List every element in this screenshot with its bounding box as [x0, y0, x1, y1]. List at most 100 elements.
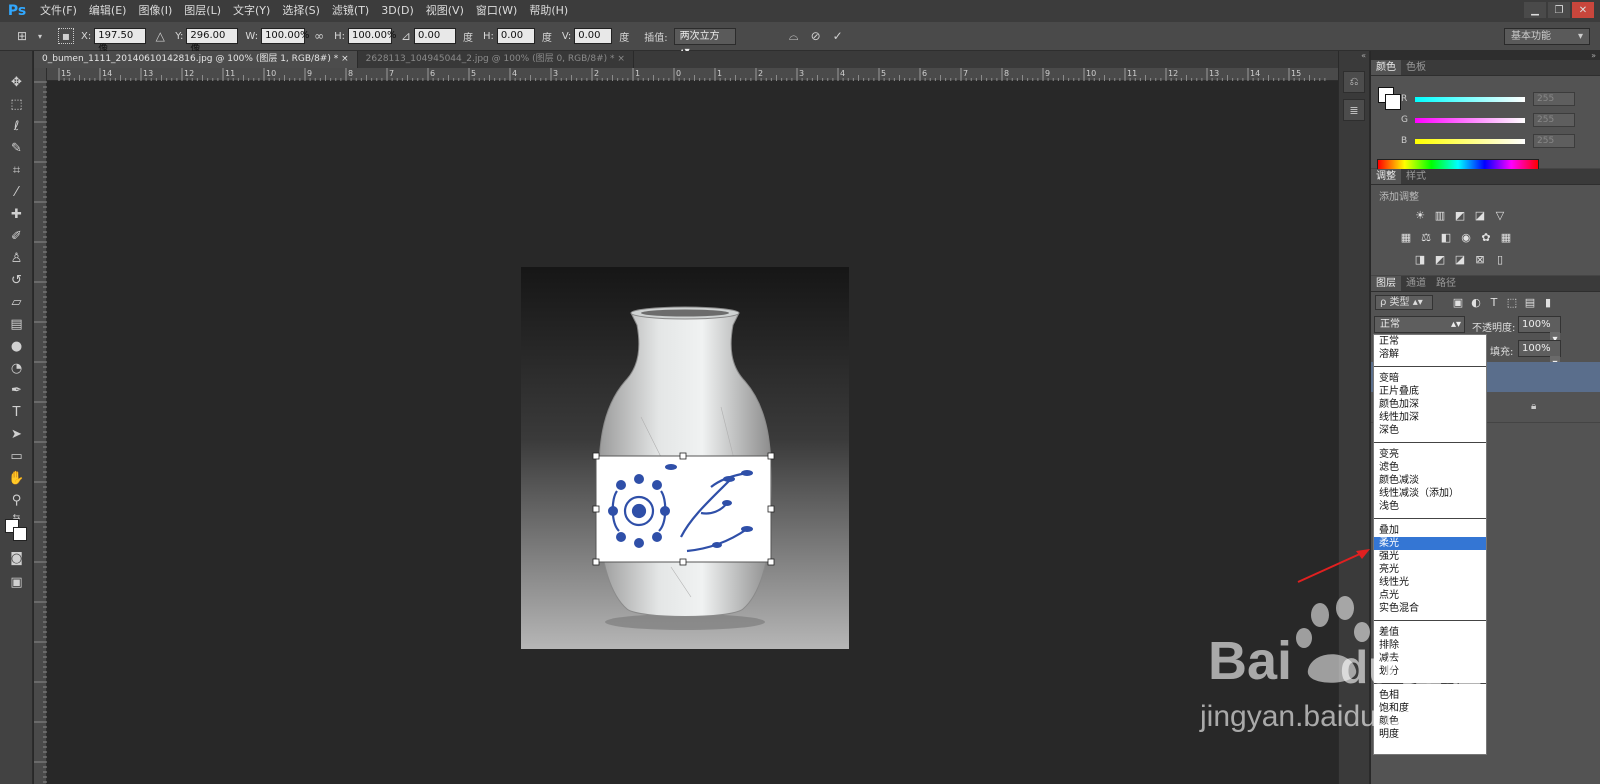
path-select-tool-icon[interactable]: ➤ [0, 423, 33, 445]
threshold-icon[interactable]: ◪ [1453, 252, 1467, 266]
blend-mode-option[interactable]: 正常 [1374, 335, 1486, 348]
opacity-input[interactable]: 100%▾ [1518, 316, 1561, 347]
vase-image[interactable] [521, 267, 849, 649]
selective-color-icon[interactable]: ⊠ [1473, 252, 1487, 266]
tab-color[interactable]: 颜色 [1371, 60, 1401, 75]
collapse-arrows-icon[interactable]: « [1339, 51, 1369, 65]
dodge-tool-icon[interactable]: ◔ [0, 357, 33, 379]
lasso-tool-icon[interactable]: ℓ [0, 115, 33, 137]
gradient-tool-icon[interactable]: ▤ [0, 313, 33, 335]
healing-brush-tool-icon[interactable]: ✚ [0, 203, 33, 225]
cancel-transform-icon[interactable]: ⊘ [808, 28, 824, 44]
green-value-input[interactable]: 255 [1533, 113, 1575, 127]
blend-mode-option[interactable]: 强光 [1374, 550, 1486, 563]
blue-track[interactable] [1415, 138, 1525, 144]
brush-tool-icon[interactable]: ✐ [0, 225, 33, 247]
eyedropper-tool-icon[interactable]: ⁄ [0, 181, 33, 203]
pen-tool-icon[interactable]: ✒ [0, 379, 33, 401]
tab-document-1[interactable]: 0_bumen_1111_20140610142816.jpg @ 100% (… [34, 51, 358, 68]
blend-mode-option[interactable]: 深色 [1374, 424, 1486, 437]
blend-mode-option[interactable]: 颜色加深 [1374, 398, 1486, 411]
history-brush-tool-icon[interactable]: ↺ [0, 269, 33, 291]
screen-mode-icon[interactable]: ▣ [0, 571, 33, 593]
blend-mode-option[interactable]: 浅色 [1374, 500, 1486, 513]
menu-item[interactable]: 图像(I) [132, 0, 178, 22]
blend-mode-option[interactable]: 亮光 [1374, 563, 1486, 576]
tab-channels[interactable]: 通道 [1401, 276, 1431, 291]
vertical-ruler[interactable] [34, 68, 47, 784]
menu-item[interactable]: 视图(V) [420, 0, 470, 22]
blend-mode-option[interactable]: 溶解 [1374, 348, 1486, 361]
hue-saturation-icon[interactable]: ▦ [1399, 230, 1413, 244]
x-position-input[interactable]: 197.50 像 [94, 28, 147, 55]
fill-input[interactable]: 100%▾ [1518, 340, 1561, 371]
panels-collapse-icon[interactable]: » [1371, 51, 1600, 60]
height-input[interactable]: 100.00% [347, 28, 396, 44]
menu-item[interactable]: 窗口(W) [470, 0, 523, 22]
blend-mode-option[interactable]: 滤色 [1374, 461, 1486, 474]
green-track[interactable] [1415, 117, 1525, 123]
menu-item[interactable]: 编辑(E) [83, 0, 133, 22]
interpolation-select[interactable]: 两次立方 ▴▾ [673, 27, 736, 57]
tab-document-2[interactable]: 2628113_104945044_2.jpg @ 100% (图层 0, RG… [357, 51, 634, 68]
green-slider[interactable]: G 255 [1401, 112, 1591, 128]
blue-value-input[interactable]: 255 [1533, 134, 1575, 148]
blend-mode-option[interactable]: 线性减淡（添加） [1374, 487, 1486, 500]
type-filter-icon[interactable]: T [1487, 295, 1501, 309]
width-input[interactable]: 100.00% [261, 28, 310, 44]
commit-transform-icon[interactable]: ✓ [830, 28, 846, 44]
blend-mode-option[interactable]: 颜色减淡 [1374, 474, 1486, 487]
background-swatch[interactable] [1385, 94, 1401, 110]
tab-adjustments[interactable]: 调整 [1371, 169, 1401, 184]
levels-icon[interactable]: ▥ [1433, 208, 1447, 222]
menu-item[interactable]: 3D(D) [375, 0, 420, 22]
red-value-input[interactable]: 255 [1533, 92, 1575, 106]
color-lookup-icon[interactable]: ▦ [1499, 230, 1513, 244]
red-slider[interactable]: R 255 [1401, 91, 1591, 107]
menu-item[interactable]: 选择(S) [276, 0, 326, 22]
shape-tool-icon[interactable]: ▭ [0, 445, 33, 467]
properties-panel-icon[interactable]: ≣ [1343, 99, 1365, 121]
tab-styles[interactable]: 样式 [1401, 169, 1431, 184]
horizontal-ruler[interactable]: 15 14 13 12 11 10 9 8 7 6 5 4 3 2 1 0 1 2 3 4 5 6 7 8 9 10 11 12 13 1… [47, 68, 1338, 81]
move-tool-icon[interactable]: ✥ [0, 71, 33, 93]
adjustment-filter-icon[interactable]: ◐ [1469, 295, 1483, 309]
gradient-map-icon[interactable]: ▯ [1493, 252, 1507, 266]
dropdown-arrow-icon[interactable]: ▾ [32, 28, 48, 44]
channel-mixer-icon[interactable]: ✿ [1479, 230, 1493, 244]
marquee-tool-icon[interactable]: ⬚ [0, 93, 33, 115]
tab-swatches[interactable]: 色板 [1401, 60, 1431, 75]
relative-position-icon[interactable]: △ [152, 28, 168, 44]
blend-mode-option[interactable]: 变亮 [1374, 448, 1486, 461]
posterize-icon[interactable]: ◩ [1433, 252, 1447, 266]
angle-input[interactable]: 0.00 [413, 28, 456, 44]
tab-close-icon[interactable]: × [617, 54, 625, 64]
link-icon[interactable]: ∞ [311, 28, 327, 44]
reference-point-icon[interactable]: ▪ [58, 28, 74, 44]
crop-tool-icon[interactable]: ⌗ [0, 159, 33, 181]
close-icon[interactable]: ✕ [1572, 2, 1594, 18]
blur-tool-icon[interactable]: ● [0, 335, 33, 357]
shape-filter-icon[interactable]: ⬚ [1505, 295, 1519, 309]
blend-mode-option[interactable]: 变暗 [1374, 372, 1486, 385]
blend-mode-option[interactable]: 正片叠底 [1374, 385, 1486, 398]
workspace-select[interactable]: 基本功能 ▾ [1504, 28, 1590, 45]
black-white-icon[interactable]: ◧ [1439, 230, 1453, 244]
blue-slider[interactable]: B 255 [1401, 133, 1591, 149]
exposure-icon[interactable]: ◪ [1473, 208, 1487, 222]
menu-item[interactable]: 文字(Y) [227, 0, 276, 22]
color-balance-icon[interactable]: ⚖ [1419, 230, 1433, 244]
zoom-tool-icon[interactable]: ⚲ [0, 489, 33, 511]
filter-toggle-icon[interactable]: ▮ [1541, 295, 1555, 309]
menu-item[interactable]: 图层(L) [178, 0, 227, 22]
minimize-icon[interactable]: ▁ [1524, 2, 1546, 18]
vibrance-icon[interactable]: ▽ [1493, 208, 1507, 222]
y-position-input[interactable]: 296.00 像 [186, 28, 239, 55]
tab-paths[interactable]: 路径 [1431, 276, 1461, 291]
eraser-tool-icon[interactable]: ▱ [0, 291, 33, 313]
tab-close-icon[interactable]: × [341, 54, 349, 64]
photo-filter-icon[interactable]: ◉ [1459, 230, 1473, 244]
tab-layers[interactable]: 图层 [1371, 276, 1401, 291]
menu-item[interactable]: 滤镜(T) [326, 0, 375, 22]
blend-mode-option[interactable]: 叠加 [1374, 524, 1486, 537]
